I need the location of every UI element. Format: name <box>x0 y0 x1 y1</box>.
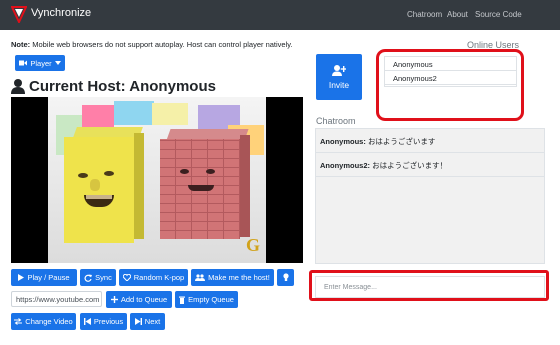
message-input[interactable]: Enter Message... <box>315 276 545 298</box>
previous-label: Previous <box>93 317 124 326</box>
online-users-title: Online Users <box>467 40 520 50</box>
invite-button[interactable]: Invite <box>316 54 362 100</box>
player-dropdown-label: Player <box>30 58 52 68</box>
make-host-button[interactable]: Make me the host! <box>191 269 274 286</box>
tip-button[interactable] <box>277 269 294 286</box>
chat-messages: Anonymous: おはようございます Anonymous2: おはようござい… <box>315 128 545 264</box>
user-icon <box>11 79 25 94</box>
video-camera-icon <box>19 60 28 66</box>
next-button[interactable]: Next <box>130 313 165 330</box>
chat-message-user: Anonymous2: <box>320 161 371 170</box>
add-to-queue-label: Add to Queue <box>120 295 168 304</box>
random-kpop-button[interactable]: Random K-pop <box>119 269 188 286</box>
nav-link-source-code[interactable]: Source Code <box>475 10 522 19</box>
navbar: Vynchronize Chatroom About Source Code <box>0 0 560 30</box>
nav-link-about[interactable]: About <box>447 10 468 19</box>
note-label: Note: <box>11 40 31 49</box>
current-host-text: Current Host: Anonymous <box>29 78 216 95</box>
play-pause-button[interactable]: Play / Pause <box>11 269 77 286</box>
brick-face-box <box>160 129 250 241</box>
plus-icon <box>110 296 118 303</box>
video-frame: G <box>48 97 266 263</box>
invite-label: Invite <box>328 79 350 90</box>
chatroom-title: Chatroom <box>316 116 356 126</box>
previous-button[interactable]: Previous <box>80 313 127 330</box>
exchange-icon <box>14 318 23 325</box>
chat-message-user: Anonymous: <box>320 137 366 146</box>
user-plus-icon <box>332 64 346 76</box>
chat-message-text: おはようございます！ <box>372 161 448 170</box>
change-video-label: Change Video <box>25 317 73 326</box>
nav-link-chatroom[interactable]: Chatroom <box>407 10 442 19</box>
play-pause-label: Play / Pause <box>27 273 70 282</box>
step-backward-icon <box>83 318 91 325</box>
sync-label: Sync <box>95 273 112 282</box>
video-watermark: G <box>246 235 261 255</box>
yellow-face-box <box>64 127 144 245</box>
lightbulb-icon <box>282 273 289 281</box>
heart-icon <box>122 274 131 281</box>
player-dropdown-button[interactable]: Player <box>15 55 65 71</box>
note-text: Mobile web browsers do not support autop… <box>32 40 293 49</box>
step-forward-icon <box>134 318 142 325</box>
sync-icon <box>84 274 93 282</box>
play-icon <box>18 274 25 281</box>
video-url-input[interactable]: https://www.youtube.com <box>11 291 102 307</box>
online-users-list: Anonymous Anonymous2 <box>384 56 517 87</box>
change-video-button[interactable]: Change Video <box>11 313 76 330</box>
next-label: Next <box>144 317 161 326</box>
users-icon <box>195 274 206 281</box>
chat-message: Anonymous: おはようございます <box>316 129 544 153</box>
sync-button[interactable]: Sync <box>80 269 116 286</box>
empty-queue-button[interactable]: Empty Queue <box>175 291 238 308</box>
online-user-item: Anonymous2 <box>385 71 516 85</box>
chat-message: Anonymous2: おはようございます！ <box>316 153 544 177</box>
brand-logo-icon[interactable] <box>11 6 27 23</box>
autoplay-note: Note: Mobile web browsers do not support… <box>11 40 293 49</box>
make-host-label: Make me the host! <box>208 273 270 282</box>
caret-down-icon <box>54 61 61 65</box>
trash-icon <box>179 296 186 304</box>
brand-name[interactable]: Vynchronize <box>31 7 91 19</box>
video-player[interactable]: G <box>11 97 303 263</box>
empty-queue-label: Empty Queue <box>188 295 234 304</box>
random-kpop-label: Random K-pop <box>133 273 185 282</box>
online-user-item: Anonymous <box>385 57 516 71</box>
chat-message-text: おはようございます <box>367 137 436 146</box>
current-host-title: Current Host: Anonymous <box>11 78 216 95</box>
add-to-queue-button[interactable]: Add to Queue <box>106 291 172 308</box>
